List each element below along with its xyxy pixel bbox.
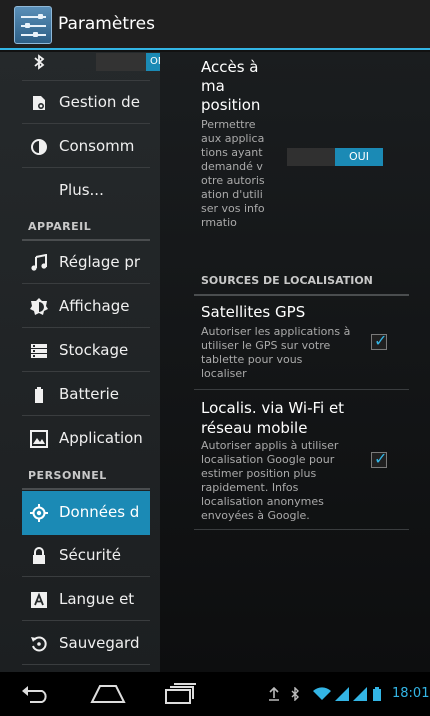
sidebar-item-label: Réglage pr (59, 253, 141, 271)
gps-description: Autoriser les applications à utiliser le… (201, 325, 351, 380)
sidebar-item-plus[interactable]: Plus... (22, 170, 150, 212)
gps-checkbox[interactable]: ✓ (371, 331, 388, 350)
sidebar-item-stockage[interactable]: Stockage (22, 330, 150, 372)
section-header-sources: SOURCES DE LOCALISATION (201, 274, 373, 287)
sidebar-item-label: Gestion de (59, 93, 140, 111)
sidebar-item-gestion[interactable]: Gestion de (22, 82, 150, 124)
section-divider (22, 488, 150, 490)
check-icon: ✓ (374, 449, 388, 468)
sidebar-item-sauvegarde[interactable]: Sauvegard (22, 623, 150, 665)
sidebar-item-label: Sauvegard (59, 634, 140, 652)
home-button[interactable] (90, 682, 126, 708)
sidebar-item-langue[interactable]: Langue et (22, 579, 150, 621)
upload-icon (268, 686, 280, 705)
sidebar-item-donnees-localisation[interactable]: Données d (22, 491, 150, 535)
sidebar-item-affichage[interactable]: Affichage (22, 286, 150, 328)
section-divider (194, 294, 409, 296)
toggle-off-side (287, 148, 335, 166)
sidebar-item-consommation[interactable]: Consomm (22, 126, 150, 168)
sidebar-item-label: Sécurité (59, 546, 121, 564)
sidebar-item-label: Langue et (59, 590, 135, 608)
sidebar-item-label: Plus... (59, 181, 104, 199)
sidebar-item-label: Stockage (59, 341, 129, 359)
signal-icon (335, 686, 349, 705)
recent-apps-button[interactable] (164, 682, 196, 708)
section-header-personnel: PERSONNEL (28, 469, 107, 482)
back-button[interactable] (20, 682, 52, 708)
storage-icon (30, 342, 48, 360)
brightness-icon (30, 298, 48, 316)
signal-icon-2 (353, 686, 367, 705)
sidebar-item-label: Application (59, 429, 143, 447)
backup-icon (30, 635, 48, 653)
bluetooth-toggle-on: ON (146, 53, 160, 71)
action-bar: Paramètres (0, 0, 430, 50)
wifi-location-title: Localis. via Wi-Fi et réseau mobile (201, 399, 345, 437)
language-icon (30, 591, 48, 609)
wifi-location-checkbox[interactable]: ✓ (371, 449, 388, 468)
list-divider (194, 389, 409, 390)
wifi-icon (313, 686, 331, 705)
sound-icon (30, 253, 48, 272)
apps-icon (30, 430, 48, 448)
content-area: ON Gestion de Consomm Plus... APPAREIL R… (0, 52, 430, 672)
page-title: Paramètres (58, 14, 155, 34)
system-bar: 18:01 (0, 672, 430, 716)
battery-icon (30, 386, 48, 404)
sidebar-item-son[interactable]: Réglage pr (22, 242, 150, 284)
access-location-toggle[interactable]: OUI (287, 148, 383, 166)
bluetooth-toggle[interactable]: ON (96, 53, 160, 71)
battery-status-icon (373, 686, 381, 705)
sidebar-item-securite[interactable]: Sécurité (22, 535, 150, 577)
sidebar-item-label: Données d (59, 503, 140, 521)
sidebar-item-label: Affichage (59, 297, 130, 315)
location-icon (30, 504, 48, 522)
location-settings-pane: Accès à ma position Permettre aux applic… (160, 52, 430, 672)
sidebar-item-label: Batterie (59, 385, 120, 403)
sidebar-item-batterie[interactable]: Batterie (22, 374, 150, 416)
data-usage-icon (30, 138, 48, 156)
gps-title: Satellites GPS (201, 303, 306, 321)
bluetooth-status-icon (290, 686, 300, 705)
section-divider (22, 239, 150, 241)
toggle-on-label: OUI (335, 148, 383, 166)
lock-icon (30, 547, 48, 565)
app-manage-icon (30, 94, 48, 112)
list-divider (194, 529, 409, 530)
wifi-location-description: Autoriser applis à utiliser localisation… (201, 439, 339, 522)
check-icon: ✓ (374, 331, 388, 350)
sidebar-item-applications[interactable]: Application (22, 418, 150, 460)
settings-icon[interactable] (14, 6, 52, 44)
settings-sidebar: ON Gestion de Consomm Plus... APPAREIL R… (0, 52, 160, 672)
access-location-title: Accès à ma position (201, 58, 261, 114)
access-location-description: Permettre aux applications ayant demandé… (201, 118, 265, 229)
bluetooth-icon (30, 53, 48, 71)
sidebar-item-label: Consomm (59, 137, 135, 155)
sidebar-item-bluetooth[interactable]: ON (22, 52, 160, 81)
section-header-appareil: APPAREIL (28, 220, 92, 233)
clock: 18:01 (392, 686, 430, 701)
